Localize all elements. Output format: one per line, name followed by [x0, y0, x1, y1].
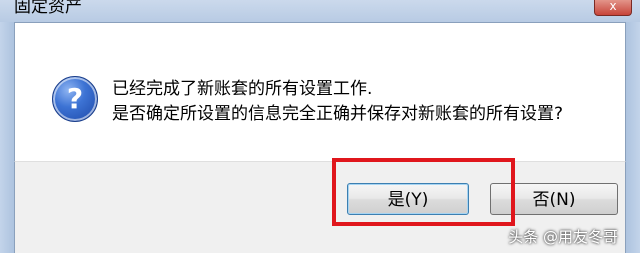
message-line-2: 是否确定所设置的信息完全正确并保存对新账套的所有设置?	[112, 104, 564, 124]
close-icon: x	[609, 0, 617, 13]
message-line-1: 已经完成了新账套的所有设置工作.	[112, 79, 373, 99]
window-frame-right	[626, 22, 640, 253]
title-bar: 固定资产 x	[0, 0, 640, 22]
window-title: 固定资产	[14, 0, 82, 17]
question-icon: ?	[52, 76, 98, 122]
close-button[interactable]: x	[594, 0, 632, 16]
window-frame-left	[0, 22, 14, 253]
highlight-box	[332, 158, 515, 226]
watermark-text: 头条 @用友冬哥	[508, 228, 618, 246]
